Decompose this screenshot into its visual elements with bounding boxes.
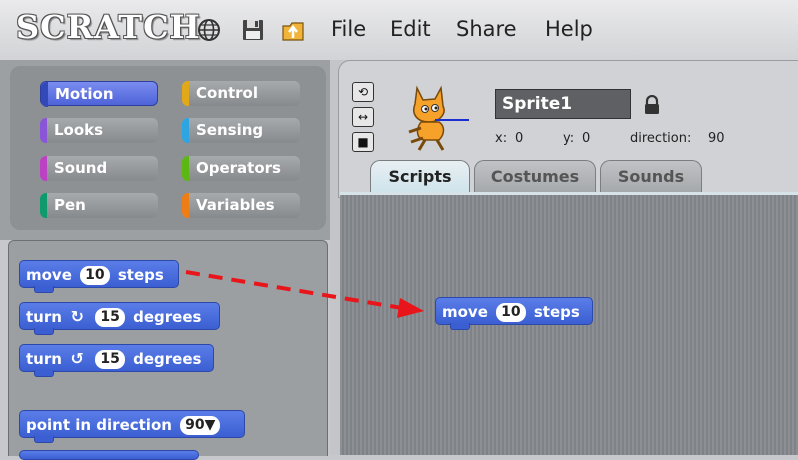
block-turn-left[interactable]: turn ↺ 15 degrees [19,344,214,377]
block-turn-right[interactable]: turn ↻ 15 degrees [19,302,220,335]
menu-file[interactable]: File [331,17,366,41]
category-color [40,156,47,181]
category-label: Variables [196,196,275,214]
block-palette: move 10 steps turn ↻ 15 degrees turn ↺ 1… [8,240,328,460]
block-notch [34,286,54,293]
flip-style-button[interactable]: ↔ [352,107,374,127]
block-notch [34,328,54,335]
degrees-input[interactable]: 15 [95,308,125,327]
block-text: degrees [133,350,202,368]
category-color [182,118,189,143]
top-bar: SCRATCH File Edit Share Help [0,0,798,60]
x-value: 0 [515,131,524,146]
y-label: y: [563,131,575,146]
direction-dropdown[interactable]: 90▼ [180,416,221,435]
block-text: steps [533,303,580,321]
category-label: Control [196,84,259,102]
y-value: 0 [582,131,591,146]
category-operators[interactable]: Operators [182,156,300,181]
block-text: turn [26,308,62,326]
steps-input[interactable]: 10 [496,303,526,322]
category-label: Operators [196,159,281,177]
category-label: Motion [55,85,114,103]
save-icon[interactable] [240,17,266,43]
block-text: move [26,266,72,284]
category-color [40,118,47,143]
menu-edit[interactable]: Edit [390,17,431,41]
lock-icon[interactable] [643,95,661,115]
rotate-style-button[interactable]: ⟲ [352,82,374,102]
globe-icon[interactable] [196,17,222,43]
x-label: x: [495,131,508,146]
menu-share[interactable]: Share [456,17,517,41]
category-control[interactable]: Control [182,81,300,106]
category-color [182,156,189,181]
menu-help[interactable]: Help [545,17,593,41]
steps-input[interactable]: 10 [80,266,110,285]
category-label: Sensing [196,121,264,139]
category-sensing[interactable]: Sensing [182,118,300,143]
rotate-counterclockwise-icon: ↺ [70,349,84,368]
category-pane: Motion Control Looks Sensing Sound Opera… [0,60,330,240]
block-text: point in direction [26,416,172,434]
rotate-clockwise-icon: ↻ [70,307,84,326]
category-label: Sound [54,159,108,177]
block-notch [450,323,470,330]
direction-label: direction: [630,131,692,146]
category-sound[interactable]: Sound [40,156,158,181]
category-looks[interactable]: Looks [40,118,158,143]
block-notch [34,370,54,377]
category-palette: Motion Control Looks Sensing Sound Opera… [10,66,326,230]
block-text: turn [26,350,62,368]
degrees-input[interactable]: 15 [95,350,125,369]
direction-value: 90 [708,131,725,146]
category-label: Pen [54,196,86,214]
block-notch [34,436,54,443]
block-move-steps[interactable]: move 10 steps [19,260,179,293]
category-color [182,81,189,106]
tab-scripts[interactable]: Scripts [370,160,470,192]
block-text: degrees [133,308,202,326]
category-color [40,193,47,218]
scratch-logo: SCRATCH [16,8,201,46]
block-text: move [442,303,488,321]
upload-icon[interactable] [280,17,306,43]
category-pen[interactable]: Pen [40,193,158,218]
tab-sounds[interactable]: Sounds [600,160,702,192]
no-rotate-button[interactable]: ■ [352,132,374,152]
block-point-in-direction[interactable]: point in direction 90▼ [19,410,245,443]
category-variables[interactable]: Variables [182,193,300,218]
script-block-move-steps[interactable]: move 10 steps [435,297,593,330]
category-label: Looks [54,121,104,139]
category-color [182,193,189,218]
sprite-cat-thumbnail [408,85,469,151]
category-color [41,82,48,107]
sprite-name-field[interactable]: Sprite1 [495,89,631,119]
block-partial[interactable] [19,450,199,460]
category-motion[interactable]: Motion [40,81,158,107]
tab-costumes[interactable]: Costumes [474,160,596,192]
block-text: steps [117,266,164,284]
